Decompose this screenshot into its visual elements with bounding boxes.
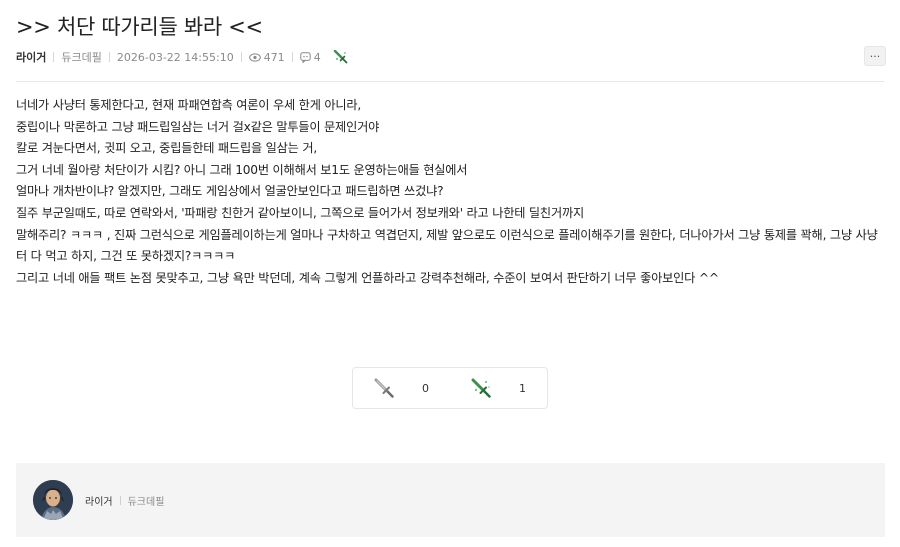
server-name: 듀크데필 — [61, 51, 102, 64]
body-line: 칼로 겨눈다면서, 귓피 오고, 중립들한테 패드립을 일삼는 거, — [16, 141, 318, 156]
upvote-button[interactable]: 1 — [450, 368, 547, 408]
meta-divider — [240, 52, 242, 62]
body-line: 중립이나 막론하고 그냥 패드립일삼는 너거 걸x같은 말투들이 문제인거야 — [16, 119, 380, 134]
gray-sword-icon — [374, 378, 396, 398]
body-line: 얼마나 개차반이냐? 알겠지만, 그래도 게임상에서 얼굴안보인다고 패드립하면… — [16, 184, 444, 199]
comment-icon — [299, 51, 311, 63]
meta-divider — [53, 52, 55, 62]
view-count-value: 471 — [263, 50, 285, 64]
meta-divider — [119, 496, 121, 505]
author-info: 라이거 듀크데필 — [85, 493, 164, 508]
header-divider — [16, 81, 884, 82]
comment-count: 4 — [299, 50, 321, 64]
upvote-count: 1 — [519, 381, 526, 395]
post-body: 너네가 사냥터 통제한다고, 현재 파패연합측 여론이 우세 한게 아니라, 중… — [16, 95, 886, 289]
author-card: 라이거 듀크데필 — [16, 463, 885, 537]
downvote-button[interactable]: 0 — [353, 368, 450, 408]
author-card-server: 듀크데필 — [127, 497, 165, 508]
body-line: 말해주리? ㅋㅋㅋ , 진짜 그런식으로 게임플레이하는게 얼마나 구차하고 역… — [16, 227, 878, 264]
eye-icon — [248, 52, 261, 62]
meta-divider — [108, 52, 110, 62]
body-line: 질주 부군일때도, 따로 연락와서, '파패랑 친한거 같아보이니, 그쪽으로 … — [16, 205, 584, 220]
vote-panel: 0 1 — [352, 367, 548, 409]
author-card-name[interactable]: 라이거 — [85, 493, 113, 508]
post-title: >> 처단 따가리들 봐라 << — [16, 15, 263, 39]
body-line: 그거 너네 월아랑 처단이가 시킴? 아니 그래 100번 이해해서 보1도 운… — [16, 162, 468, 177]
more-options-button[interactable]: ··· — [864, 46, 886, 66]
body-line: 너네가 사냥터 통제한다고, 현재 파패연합측 여론이 우세 한게 아니라, — [16, 98, 362, 112]
post-meta: 라이거 듀크데필 2026-03-22 14:55:10 471 4 — [16, 49, 349, 65]
post-datetime: 2026-03-22 14:55:10 — [116, 50, 234, 64]
comment-count-value: 4 — [313, 50, 321, 64]
sword-award-icon — [333, 50, 349, 64]
downvote-count: 0 — [422, 381, 429, 395]
author-name[interactable]: 라이거 — [16, 49, 46, 65]
avatar[interactable] — [33, 480, 73, 520]
meta-divider — [291, 52, 293, 62]
body-line: 그리고 너네 애들 팩트 논점 못맞추고, 그냥 욕만 박던데, 계속 그렇게 … — [16, 270, 719, 285]
green-sword-icon — [471, 378, 493, 398]
view-count: 471 — [248, 50, 285, 64]
